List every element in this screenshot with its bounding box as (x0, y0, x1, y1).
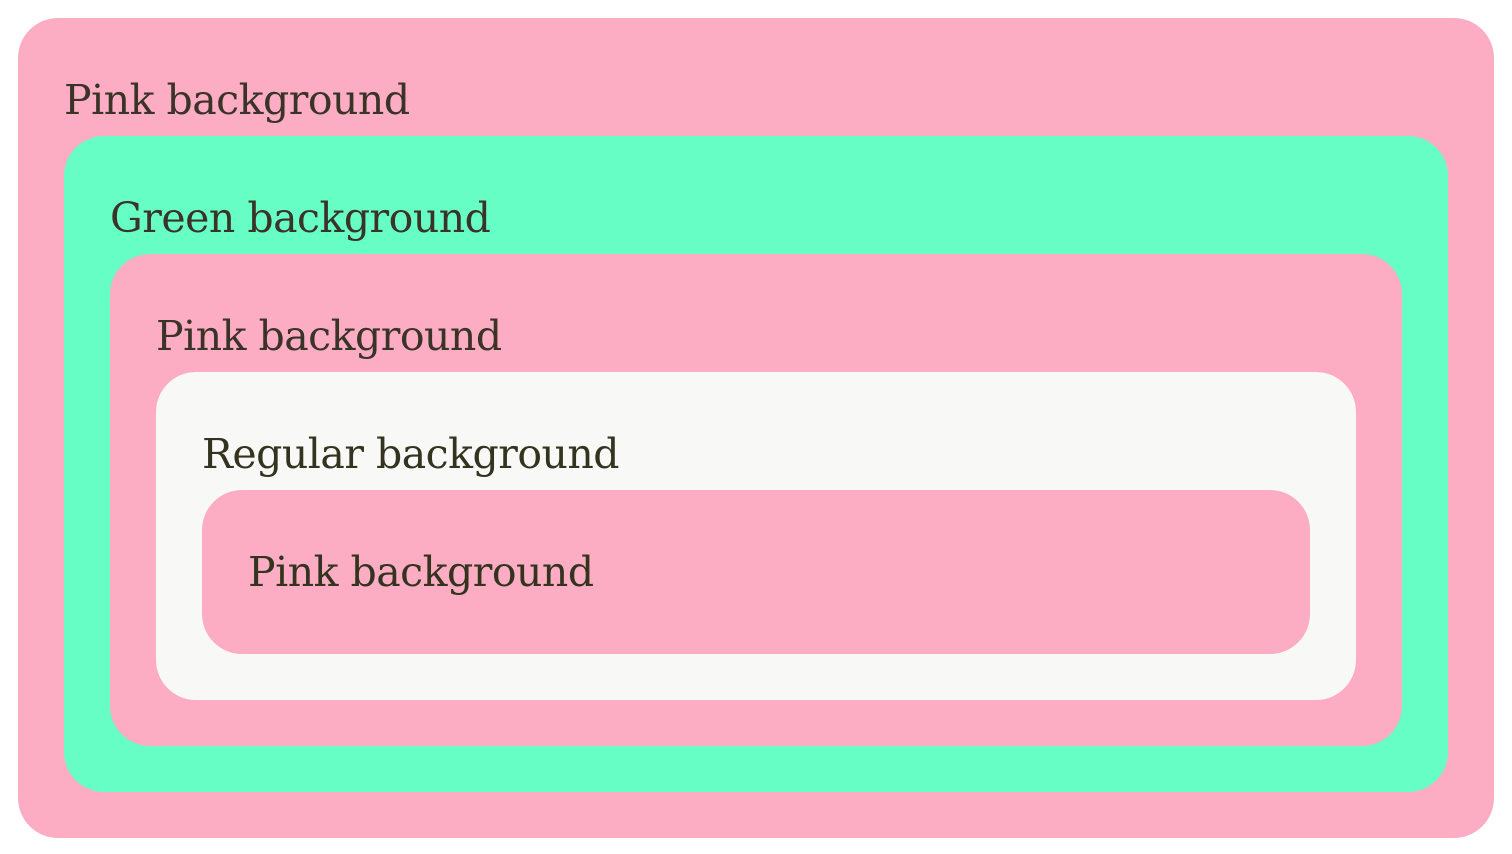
box-label: Pink background (64, 76, 410, 124)
page: Pink background Green background Pink ba… (0, 0, 1512, 854)
pink-background-box-inner: Pink background (202, 490, 1310, 654)
box-label: Regular background (202, 430, 620, 478)
green-background-box: Green background Pink background Regular… (64, 136, 1448, 792)
box-label: Pink background (156, 312, 502, 360)
regular-background-box: Regular background Pink background (156, 372, 1356, 700)
box-label: Green background (110, 194, 491, 242)
pink-background-box-middle: Pink background Regular background Pink … (110, 254, 1402, 746)
pink-background-box-outer: Pink background Green background Pink ba… (18, 18, 1494, 838)
box-label: Pink background (248, 548, 594, 596)
